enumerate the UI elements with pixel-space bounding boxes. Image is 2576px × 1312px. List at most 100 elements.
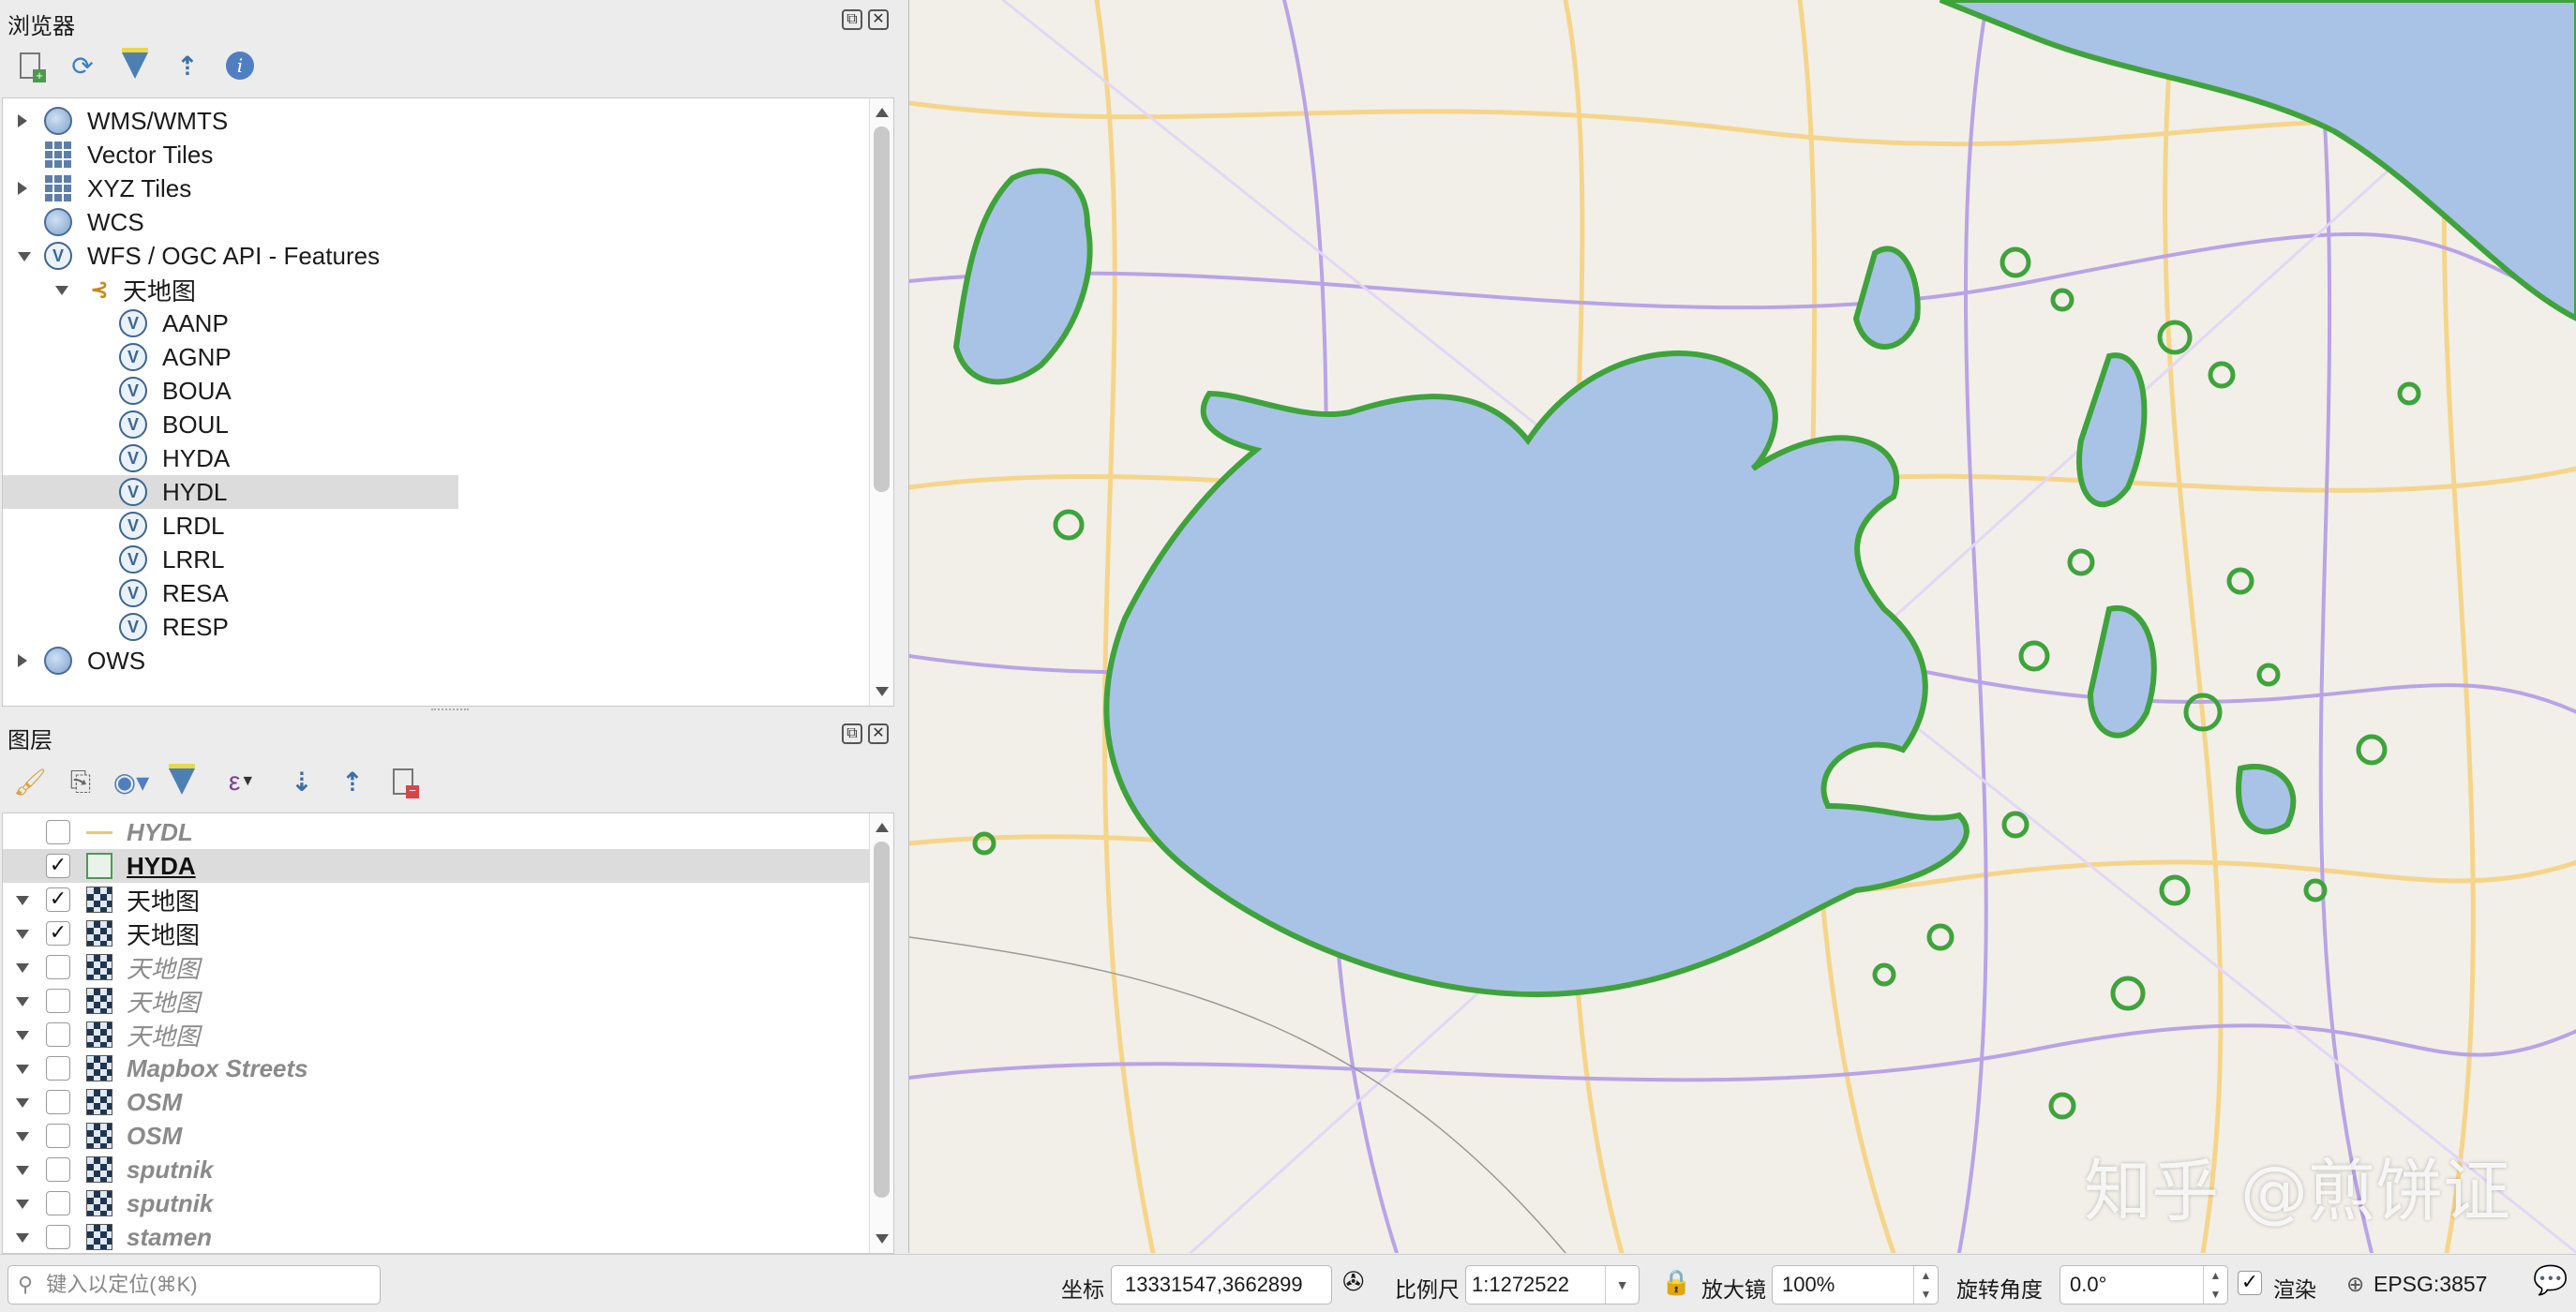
browser-item[interactable]: V LRDL — [3, 509, 458, 543]
scale-combobox[interactable]: 1:1272522 ▼ — [1465, 1265, 1640, 1305]
collapse-arrow-icon[interactable] — [16, 997, 29, 1006]
collapse-arrow-icon[interactable] — [16, 1098, 29, 1108]
collapse-arrow-icon[interactable] — [18, 252, 31, 261]
expand-arrow-icon[interactable] — [18, 182, 27, 195]
browser-item[interactable]: V HYDA — [3, 441, 458, 475]
layer-visibility-checkbox[interactable]: ✓ — [46, 887, 70, 912]
toggle-extents-icon[interactable]: ✇ — [1342, 1266, 1364, 1297]
layer-item[interactable]: ✓ HYDA — [3, 849, 869, 883]
layer-visibility-checkbox[interactable] — [46, 1090, 70, 1114]
layer-visibility-checkbox[interactable] — [46, 820, 70, 844]
layer-visibility-checkbox[interactable]: ✓ — [46, 921, 70, 946]
layer-item[interactable]: 天地图 — [3, 950, 869, 984]
refresh-icon[interactable]: ⟳ — [66, 49, 99, 82]
layer-visibility-checkbox[interactable]: ✓ — [46, 854, 70, 878]
layers-tree[interactable]: HYDL ✓ HYDA ✓ 天地图 ✓ 天地图 天地图 天地图 天地图 Mapbox Streets… — [2, 813, 894, 1254]
close-panel-button[interactable]: ✕ — [868, 9, 889, 30]
browser-item[interactable]: WCS — [3, 205, 458, 239]
browser-item[interactable]: WMS/WMTS — [3, 104, 458, 138]
browser-item[interactable]: V BOUL — [3, 408, 458, 441]
layer-visibility-checkbox[interactable] — [46, 1056, 70, 1081]
browser-item[interactable]: Vector Tiles — [3, 138, 458, 171]
collapse-arrow-icon[interactable] — [16, 1233, 29, 1243]
collapse-arrow-icon[interactable] — [16, 963, 29, 973]
browser-item-label: WCS — [87, 207, 144, 236]
locator-search[interactable]: ⚲ 键入以定位(⌘K) — [7, 1265, 381, 1305]
map-canvas[interactable]: 知乎 @煎饼证 — [908, 0, 2576, 1253]
collapse-arrow-icon[interactable] — [16, 1166, 29, 1175]
layer-item[interactable]: 天地图 — [3, 1018, 869, 1051]
rotation-spinbox[interactable]: 0.0° ▲ ▼ — [2059, 1265, 2228, 1305]
panel-splitter[interactable] — [431, 708, 469, 712]
browser-scrollbar[interactable] — [869, 98, 893, 706]
layer-visibility-checkbox[interactable] — [46, 1191, 70, 1215]
wfs-layer-icon: V — [119, 343, 147, 371]
layer-item[interactable]: HYDL — [3, 815, 869, 849]
layer-item[interactable]: Mapbox Streets — [3, 1051, 869, 1085]
layer-item[interactable]: sputnik — [3, 1153, 869, 1186]
filter-legend-icon[interactable] — [165, 765, 199, 798]
layer-visibility-checkbox[interactable] — [46, 955, 70, 979]
river-polygon — [1939, 0, 2576, 321]
browser-item[interactable]: OWS — [3, 644, 458, 678]
layer-item[interactable]: stamen — [3, 1220, 869, 1253]
layer-item[interactable]: ✓ 天地图 — [3, 883, 869, 917]
filter-icon[interactable] — [118, 49, 152, 82]
layer-visibility-checkbox[interactable] — [46, 1157, 70, 1182]
browser-tree[interactable]: WMS/WMTS Vector Tiles XYZ Tiles WCS V WFS / O… — [2, 97, 894, 707]
add-group-icon[interactable]: ⎘ — [64, 765, 97, 798]
expand-arrow-icon[interactable] — [18, 114, 27, 127]
float-panel-button[interactable]: ⧉ — [842, 723, 862, 744]
browser-item[interactable]: V RESP — [3, 610, 458, 644]
collapse-arrow-icon[interactable] — [16, 1031, 29, 1040]
expand-arrow-icon[interactable] — [18, 654, 27, 667]
collapse-arrow-icon[interactable] — [16, 1132, 29, 1141]
lock-scale-icon[interactable]: 🔒 — [1661, 1268, 1691, 1297]
remove-layer-icon[interactable]: − — [386, 765, 420, 798]
close-panel-button[interactable]: ✕ — [868, 723, 889, 744]
browser-item[interactable]: V WFS / OGC API - Features — [3, 239, 458, 273]
browser-item[interactable]: XYZ Tiles — [3, 171, 458, 205]
visibility-icon[interactable]: ◉▾ — [113, 765, 150, 798]
expand-all-icon[interactable]: ⇣ — [285, 765, 319, 798]
style-manager-icon[interactable]: 🖌 — [13, 765, 47, 798]
layer-item[interactable]: OSM — [3, 1119, 869, 1153]
browser-item[interactable]: V AGNP — [3, 340, 458, 374]
crs-button[interactable]: EPSG:3857 — [2374, 1272, 2487, 1297]
browser-item[interactable]: V LRRL — [3, 543, 458, 576]
layer-item[interactable]: 天地图 — [3, 984, 869, 1018]
layer-item[interactable]: OSM — [3, 1085, 869, 1119]
browser-item[interactable]: ⊰ 天地图 — [3, 273, 458, 306]
collapse-arrow-icon[interactable] — [16, 896, 29, 905]
messages-icon[interactable]: 💬 — [2533, 1264, 2568, 1297]
chevron-down-icon[interactable]: ▼ — [1605, 1266, 1639, 1304]
collapse-arrow-icon[interactable] — [16, 930, 29, 939]
rotation-stepper[interactable]: ▲ ▼ — [2203, 1266, 2227, 1304]
collapse-arrow-icon[interactable] — [16, 1065, 29, 1074]
expression-filter-icon[interactable]: ε ▼ — [216, 765, 268, 798]
collapse-arrow-icon[interactable] — [16, 1200, 29, 1209]
float-panel-button[interactable]: ⧉ — [842, 9, 862, 30]
layer-visibility-checkbox[interactable] — [46, 989, 70, 1013]
collapse-all-icon[interactable]: ⇡ — [171, 49, 204, 82]
browser-item[interactable]: V HYDL — [3, 475, 458, 509]
collapse-arrow-icon[interactable] — [55, 286, 68, 295]
layer-visibility-checkbox[interactable] — [46, 1022, 70, 1047]
collapse-all-icon[interactable]: ⇡ — [336, 765, 369, 798]
layer-item[interactable]: sputnik — [3, 1186, 869, 1220]
layer-visibility-checkbox[interactable] — [46, 1124, 70, 1148]
browser-item[interactable]: V RESA — [3, 576, 458, 610]
render-checkbox[interactable]: ✓ — [2238, 1271, 2262, 1295]
magnifier-spinbox[interactable]: 100% ▲ ▼ — [1772, 1265, 1939, 1305]
layers-scrollbar[interactable] — [869, 813, 893, 1253]
browser-item[interactable]: V AANP — [3, 306, 458, 340]
crs-icon[interactable]: ⊕ — [2346, 1272, 2364, 1297]
properties-icon[interactable]: i — [223, 49, 257, 82]
layer-visibility-checkbox[interactable] — [46, 1225, 70, 1249]
layer-item[interactable]: ✓ 天地图 — [3, 917, 869, 950]
browser-item[interactable]: V BOUA — [3, 374, 458, 408]
magnifier-stepper[interactable]: ▲ ▼ — [1913, 1266, 1938, 1304]
map-svg[interactable] — [909, 0, 2576, 1253]
add-selected-layers-icon[interactable]: + — [13, 49, 47, 82]
coordinate-field[interactable]: 13331547,3662899 — [1111, 1265, 1332, 1305]
